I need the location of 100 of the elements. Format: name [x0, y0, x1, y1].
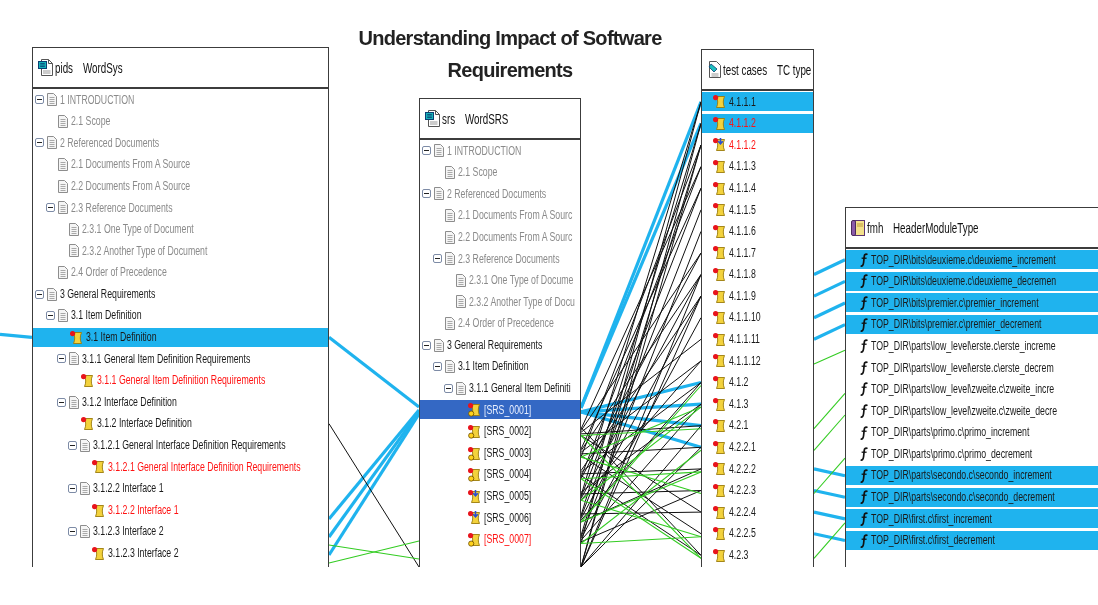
list-item[interactable]: 4.1.1.5 [712, 200, 756, 220]
list-item[interactable]: TOP_DIR\parts\secondo.c\secondo_decrement [846, 487, 1098, 507]
list-item[interactable]: 4.2.2.1 [712, 437, 756, 457]
collapse-icon[interactable] [35, 138, 44, 148]
list-item[interactable]: TOP_DIR\bits\premier.c\premier_increment [846, 293, 1098, 313]
list-item[interactable]: 4.1.1.9 [712, 286, 756, 306]
tree-item[interactable]: 3.1 Item Definition [46, 306, 142, 326]
tree-item[interactable]: 3.1.2.2 Interface 1 [68, 479, 164, 498]
note-pin-icon [712, 94, 726, 110]
tree-item[interactable]: 2.3.2 Another Type of Docu [456, 292, 575, 312]
tree-item[interactable]: 3.1.1 General Item Definiti [444, 378, 571, 398]
list-item[interactable]: TOP_DIR\parts\secondo.c\secondo_increment [846, 466, 1098, 486]
collapse-icon[interactable] [422, 189, 431, 199]
collapse-icon[interactable] [433, 362, 442, 372]
list-item[interactable]: 4.2.2.4 [712, 502, 756, 522]
tree-item[interactable]: 3.1.2.1 General Interface Definition Requirements [68, 435, 286, 455]
document-icon [47, 93, 57, 107]
tree-item[interactable]: 3.1.2 Interface Definition [57, 392, 177, 412]
tree-item[interactable]: [SRS_0007] [467, 530, 532, 549]
note-pin-icon [69, 329, 83, 345]
tree-item[interactable]: [SRS_0002] [467, 422, 532, 441]
tree-item[interactable]: 2.1 Scope [58, 111, 111, 131]
tree-item[interactable]: 3.1 Item Definition [33, 327, 328, 347]
list-item[interactable]: 4.1.1.2 [712, 135, 756, 155]
list-item[interactable]: 4.1.1.4 [712, 178, 756, 198]
tree-item[interactable]: [SRS_0003] [467, 443, 532, 463]
tree-item[interactable]: 2.3.1 One Type of Document [69, 219, 194, 239]
note-pin-icon [712, 223, 726, 239]
tree-item[interactable]: 3.1.2.1 General Interface Definition Requirements [91, 457, 301, 477]
document-icon [69, 244, 79, 258]
list-item[interactable]: 4.1.1.7 [712, 243, 756, 263]
list-item[interactable]: 4.1.1.8 [712, 265, 756, 285]
panel-title: srs [442, 111, 456, 126]
list-item[interactable]: 4.1.1.11 [712, 329, 761, 349]
collapse-icon[interactable] [57, 397, 66, 407]
list-item[interactable]: 4.1.1.10 [712, 308, 761, 328]
tree-item[interactable]: 2.4 Order of Precedence [445, 314, 554, 334]
note-dot-icon [467, 402, 481, 418]
list-item[interactable]: TOP_DIR\parts\low_level\zweite.c\zweite_incre [860, 379, 1055, 399]
tree-item[interactable]: 2.3 Reference Documents [46, 198, 173, 218]
collapse-icon[interactable] [35, 289, 44, 299]
tree-item[interactable]: 3 General Requirements [35, 284, 156, 304]
list-item[interactable]: TOP_DIR\parts\primo.c\primo_decrement [860, 444, 1033, 464]
list-item[interactable]: 4.1.1.12 [712, 351, 761, 371]
list-item[interactable]: 4.1.1.1 [702, 92, 813, 112]
collapse-icon[interactable] [422, 146, 431, 156]
list-item[interactable]: 4.1.1.6 [712, 221, 756, 241]
tree-item[interactable]: 3.1.2 Interface Definition [80, 414, 192, 434]
list-item[interactable]: 4.2.2.5 [712, 524, 756, 544]
list-item[interactable]: TOP_DIR\parts\low_level\erste.c\erste_decrem [860, 358, 1054, 378]
list-item[interactable]: TOP_DIR\parts\primo.c\primo_increment [860, 423, 1030, 443]
tree-item[interactable]: 1 INTRODUCTION [422, 141, 522, 161]
list-item[interactable]: 4.1.3 [712, 394, 749, 414]
note-pin-icon [712, 245, 726, 261]
list-item[interactable]: 4.2.2.2 [712, 459, 756, 479]
list-item[interactable]: TOP_DIR\first.c\first_increment [846, 509, 1098, 529]
tree-item[interactable]: 3.1.1 General Item Definition Requirements [80, 371, 266, 390]
collapse-icon[interactable] [422, 340, 431, 350]
list-item[interactable]: 4.2.3 [712, 545, 749, 565]
tree-item[interactable]: 3.1.2.3 Interface 2 [68, 522, 164, 542]
tree-item[interactable]: [SRS_0006] [467, 508, 532, 528]
tree-item[interactable]: 2.4 Order of Precedence [58, 263, 167, 283]
tree-item[interactable]: [SRS_0001] [420, 400, 580, 420]
tree-item[interactable]: [SRS_0005] [467, 486, 532, 506]
list-item[interactable]: 4.2.1 [712, 416, 749, 436]
tree-item[interactable]: 3.1 Item Definition [433, 357, 529, 377]
list-item[interactable]: TOP_DIR\parts\low_level\erste.c\erste_increme [860, 336, 1056, 356]
tree-item[interactable]: 3 General Requirements [422, 335, 543, 355]
tree-item[interactable]: 3.1.1 General Item Definition Requirements [57, 349, 251, 369]
function-icon [860, 425, 868, 440]
list-item[interactable]: 4.1.1.3 [712, 157, 756, 177]
tree-item[interactable]: 2.3 Reference Documents [433, 249, 560, 269]
collapse-icon[interactable] [57, 354, 66, 364]
tree-item[interactable]: 2.3.1 One Type of Docume [456, 270, 574, 290]
tree-item[interactable]: 2.1 Scope [445, 162, 498, 182]
document-app-icon [707, 61, 721, 78]
tree-item[interactable]: 3.1.2.2 Interface 1 [91, 500, 179, 520]
list-item[interactable]: TOP_DIR\parts\low_level\zweite.c\zweite_decre [860, 401, 1058, 421]
list-item[interactable]: TOP_DIR\bits\deuxieme.c\deuxieme_increment [846, 250, 1098, 270]
note-pin-icon [712, 159, 726, 175]
collapse-icon[interactable] [46, 311, 55, 321]
tree-item[interactable]: 3.1.2.3 Interface 2 [91, 543, 179, 563]
tree-item[interactable]: [SRS_0004] [467, 465, 532, 485]
collapse-icon[interactable] [46, 203, 55, 213]
list-item[interactable]: TOP_DIR\bits\deuxieme.c\deuxieme_decremen [846, 271, 1098, 291]
collapse-icon[interactable] [68, 527, 77, 537]
tree-item[interactable]: 1 INTRODUCTION [35, 90, 135, 110]
tree-item[interactable]: 2.3.2 Another Type of Document [69, 241, 208, 261]
collapse-icon[interactable] [68, 440, 77, 450]
list-item[interactable]: TOP_DIR\first.c\first_decrement [846, 531, 1098, 550]
list-item[interactable]: 4.1.2 [712, 373, 749, 392]
collapse-icon[interactable] [444, 383, 453, 393]
list-item[interactable]: 4.2.2.3 [712, 481, 756, 500]
collapse-icon[interactable] [35, 95, 44, 105]
collapse-icon[interactable] [68, 484, 77, 493]
document-icon [69, 352, 79, 366]
note-dot-icon [467, 445, 481, 461]
list-item[interactable]: TOP_DIR\bits\premier.c\premier_decrement [846, 315, 1098, 335]
function-icon [860, 468, 868, 483]
collapse-icon[interactable] [433, 254, 442, 264]
